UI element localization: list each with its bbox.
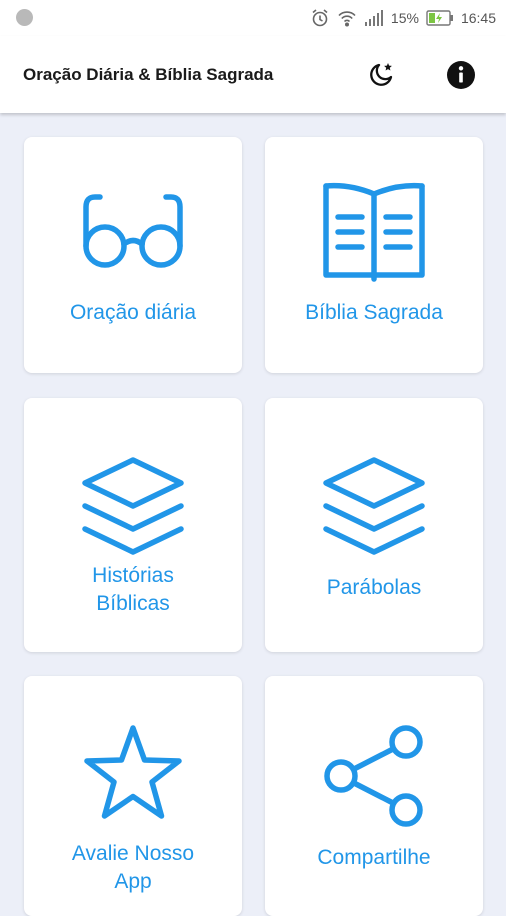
rate-app-label-line2: App (114, 870, 152, 893)
app-title: Oração Diária & Bíblia Sagrada (23, 65, 274, 84)
layers-icon (82, 457, 184, 555)
star-icon (84, 725, 182, 819)
status-bar: 15% 16:45 (0, 0, 506, 36)
open-book-icon (323, 182, 425, 282)
notification-dot-icon (16, 9, 33, 26)
battery-percent: 15% (390, 10, 419, 26)
rate-app-label-line1: Avalie Nosso (71, 842, 195, 865)
share-icon (324, 725, 423, 827)
info-icon (447, 61, 475, 89)
moon-star-icon (370, 63, 393, 86)
night-mode-button[interactable] (364, 58, 398, 92)
bible-stories-card[interactable]: Histórias Bíblicas (24, 398, 242, 652)
daily-prayer-label: Oração diária (69, 301, 197, 324)
app-bar: Oração Diária & Bíblia Sagrada (0, 36, 506, 113)
bible-stories-label-line1: Histórias (92, 564, 174, 587)
wifi-icon (337, 9, 357, 27)
info-button[interactable] (444, 58, 478, 92)
holy-bible-label: Bíblia Sagrada (305, 301, 443, 324)
holy-bible-card[interactable]: Bíblia Sagrada (265, 137, 483, 373)
status-icons: 15% 16:45 (310, 0, 496, 36)
signal-icon (364, 10, 384, 26)
rate-app-label: Avalie Nosso App (34, 840, 232, 896)
bible-stories-label: Histórias Bíblicas (34, 562, 232, 618)
clock-time: 16:45 (460, 10, 496, 26)
parables-label: Parábolas (326, 576, 422, 599)
rate-app-card[interactable]: Avalie Nosso App (24, 676, 242, 916)
parables-card[interactable]: Parábolas (265, 398, 483, 652)
battery-icon (426, 10, 454, 26)
bible-stories-label-line2: Bíblicas (96, 592, 170, 615)
share-card[interactable]: Compartilhe (265, 676, 483, 916)
alarm-icon (310, 8, 330, 28)
share-label: Compartilhe (317, 846, 431, 869)
glasses-icon (83, 194, 183, 268)
daily-prayer-card[interactable]: Oração diária (24, 137, 242, 373)
layers-icon (323, 457, 425, 555)
